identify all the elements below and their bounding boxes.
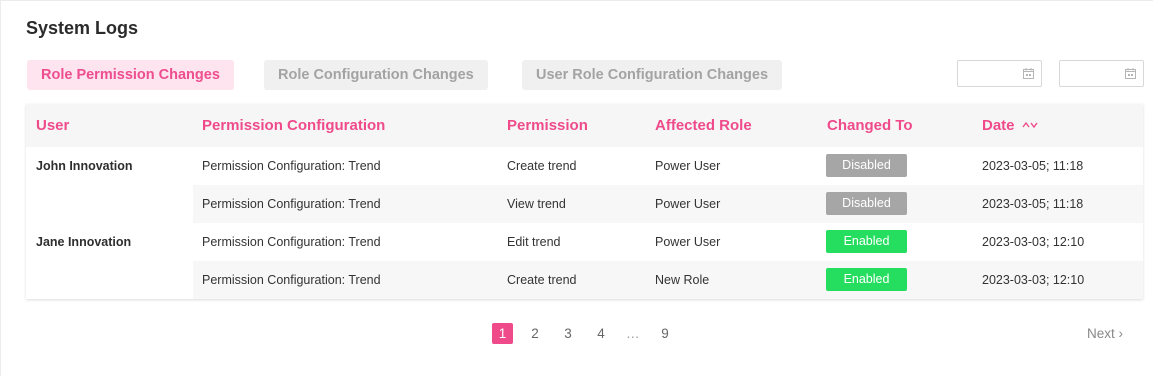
page-button-4[interactable]: 4 — [590, 323, 612, 345]
logs-table: User Permission Configuration Permission… — [26, 104, 1143, 299]
status-badge: Enabled — [826, 268, 907, 291]
cell-permission-configuration: Permission Configuration: Trend — [202, 235, 381, 249]
calendar-icon — [1023, 68, 1034, 79]
cell-permission: View trend — [507, 197, 566, 211]
page-button-1[interactable]: 1 — [492, 323, 513, 344]
header-permission: Permission — [507, 117, 588, 134]
header-changed-to: Changed To — [827, 117, 913, 134]
tab-role-configuration-changes[interactable]: Role Configuration Changes — [264, 60, 488, 90]
status-badge: Disabled — [826, 154, 907, 177]
date-to-input[interactable] — [1059, 60, 1144, 87]
header-permission-configuration: Permission Configuration — [202, 117, 386, 134]
page-title: System Logs — [26, 18, 139, 38]
page-button-9[interactable]: 9 — [654, 323, 676, 345]
cell-permission: Create trend — [507, 273, 577, 287]
header-affected-role: Affected Role — [655, 117, 752, 134]
next-page-button[interactable]: Next › — [1087, 323, 1123, 345]
cell-permission-configuration: Permission Configuration: Trend — [202, 197, 381, 211]
cell-affected-role: New Role — [655, 273, 710, 287]
page-button-3[interactable]: 3 — [557, 323, 579, 345]
cell-permission-configuration: Permission Configuration: Trend — [202, 159, 381, 173]
table-row: Jane Innovation Permission Configuration… — [26, 223, 1143, 261]
tab-user-role-configuration-changes[interactable]: User Role Configuration Changes — [522, 60, 783, 90]
page-button-2[interactable]: 2 — [524, 323, 546, 345]
cell-user: John Innovation — [36, 159, 133, 173]
table-row: Permission Configuration: Trend Create t… — [26, 261, 1143, 299]
date-from-input[interactable] — [957, 60, 1042, 87]
tab-role-permission-changes[interactable]: Role Permission Changes — [27, 60, 234, 90]
cell-date: 2023-03-03; 12:10 — [982, 273, 1085, 287]
cell-affected-role: Power User — [655, 159, 721, 173]
cell-user: Jane Innovation — [36, 235, 132, 249]
cell-date: 2023-03-03; 12:10 — [982, 235, 1085, 249]
table-row: Permission Configuration: Trend View tre… — [26, 185, 1143, 223]
cell-permission: Create trend — [507, 159, 577, 173]
cell-permission-configuration: Permission Configuration: Trend — [202, 273, 381, 287]
cell-affected-role: Power User — [655, 235, 721, 249]
status-badge: Enabled — [826, 230, 907, 253]
table-header: User Permission Configuration Permission… — [26, 104, 1143, 147]
cell-date: 2023-03-05; 11:18 — [982, 197, 1084, 211]
cell-affected-role: Power User — [655, 197, 721, 211]
pagination-ellipsis: … — [626, 326, 640, 341]
header-date[interactable]: Date — [982, 117, 1015, 134]
sort-toggle-icon[interactable] — [1022, 120, 1038, 130]
calendar-icon — [1125, 68, 1136, 79]
cell-date: 2023-03-05; 11:18 — [982, 159, 1084, 173]
status-badge: Disabled — [826, 192, 907, 215]
header-user: User — [36, 117, 70, 134]
table-row: John Innovation Permission Configuration… — [26, 147, 1143, 185]
cell-permission: Edit trend — [507, 235, 561, 249]
